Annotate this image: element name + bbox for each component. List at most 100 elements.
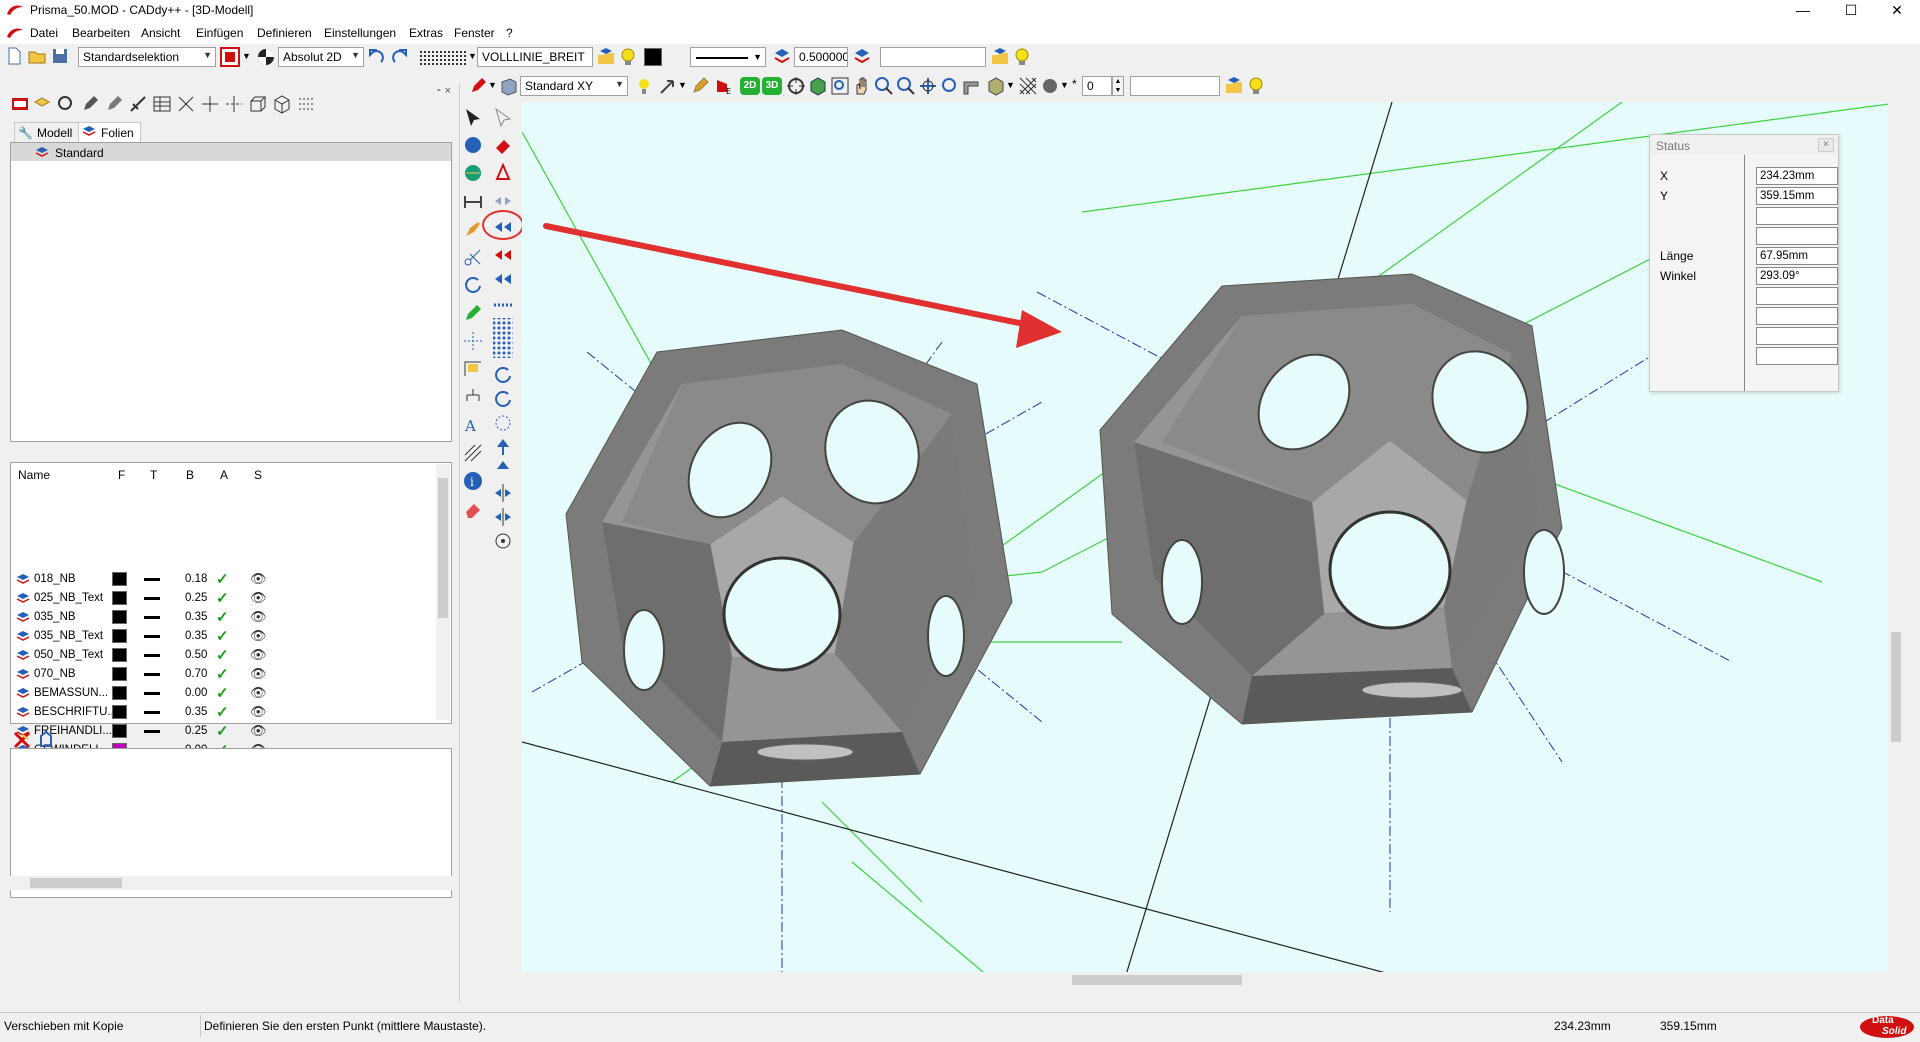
eraser-icon[interactable]: [462, 498, 484, 520]
hatch-icon[interactable]: [462, 442, 484, 464]
spin-stepper[interactable]: ▲ ▼: [1112, 76, 1124, 96]
layer-linetype[interactable]: [144, 635, 160, 638]
menu-extras[interactable]: Extras: [409, 26, 443, 40]
line-type-select[interactable]: ▼: [690, 47, 766, 67]
layer-row[interactable]: 050_NB_Text 0.50 ✓ 👁: [14, 646, 444, 665]
eye-icon[interactable]: 👁: [250, 628, 267, 644]
column-header-active[interactable]: A: [220, 468, 228, 482]
rotate-icon[interactable]: [462, 274, 484, 296]
layer-linetype[interactable]: [144, 730, 160, 733]
check-icon[interactable]: ✓: [216, 646, 229, 664]
chevron-down-icon[interactable]: ▼: [242, 51, 251, 61]
lightbulb-icon[interactable]: [1012, 47, 1032, 67]
layer-color-swatch[interactable]: [112, 667, 127, 681]
chevron-down-icon[interactable]: ▼: [1006, 80, 1015, 90]
tree-structure-icon[interactable]: [462, 386, 484, 408]
dashed-line-icon[interactable]: [224, 94, 244, 114]
close-button[interactable]: ✕: [1874, 0, 1920, 22]
eye-icon[interactable]: 👁: [250, 571, 267, 587]
layer-row[interactable]: 035_NB_Text 0.35 ✓ 👁: [14, 627, 444, 646]
view-select[interactable]: Standard XY ▼: [520, 76, 628, 96]
lightbulb-icon[interactable]: [618, 47, 638, 67]
info-icon[interactable]: i: [462, 470, 484, 492]
maximize-button[interactable]: ☐: [1828, 0, 1874, 22]
eye-icon[interactable]: 👁: [250, 666, 267, 682]
selection-mode-select[interactable]: Standardselektion ▼: [78, 47, 216, 67]
line-color-swatch[interactable]: [644, 48, 662, 66]
scale-icon[interactable]: [492, 162, 514, 184]
layer-color-swatch[interactable]: [112, 724, 127, 738]
check-icon[interactable]: ✓: [216, 589, 229, 607]
check-icon[interactable]: ✓: [216, 665, 229, 683]
check-icon[interactable]: ✓: [216, 684, 229, 702]
zoom-in-icon[interactable]: [874, 76, 894, 96]
sphere-icon[interactable]: [462, 134, 484, 156]
layer-stack-icon[interactable]: [852, 47, 872, 67]
hatch-pattern-icon[interactable]: [1018, 76, 1038, 96]
scroll-thumb[interactable]: [1072, 975, 1242, 985]
eye-icon[interactable]: 👁: [250, 723, 267, 739]
rotate-copy-icon[interactable]: [492, 364, 514, 386]
coordinate-mode-select[interactable]: Absolut 2D ▼: [278, 47, 364, 67]
line-style-input[interactable]: VOLLLINIE_BREIT: [477, 47, 593, 67]
pencil-edit-icon[interactable]: [690, 76, 710, 96]
trim-icon[interactable]: [176, 94, 196, 114]
sphere-icon[interactable]: [1040, 76, 1060, 96]
view-layer-input[interactable]: [1130, 76, 1220, 96]
chevron-down-icon[interactable]: ▼: [1060, 80, 1069, 90]
caddy-menu-icon[interactable]: [6, 26, 24, 40]
rotate-array-icon[interactable]: [492, 388, 514, 410]
layer-width[interactable]: 0.35: [185, 611, 207, 623]
mirror-icon[interactable]: [492, 190, 514, 212]
layer-color-swatch[interactable]: [112, 686, 127, 700]
mirror-vertical-icon[interactable]: [492, 482, 514, 504]
layer-linetype[interactable]: [144, 616, 160, 619]
color-picker-button[interactable]: [220, 47, 240, 67]
layer-color-swatch[interactable]: [112, 591, 127, 605]
chevron-down-icon[interactable]: ▼: [488, 80, 497, 90]
view-2d-button[interactable]: 2D: [740, 77, 760, 95]
layer-width[interactable]: 0.35: [185, 706, 207, 718]
eye-icon[interactable]: 👁: [250, 647, 267, 663]
layer-linetype[interactable]: [144, 711, 160, 714]
zoom-window-icon[interactable]: [830, 76, 850, 96]
box-3d-icon[interactable]: [248, 94, 268, 114]
layer-input[interactable]: [880, 47, 986, 67]
horizontal-scrollbar[interactable]: [10, 876, 452, 890]
polar-array-icon[interactable]: [492, 412, 514, 434]
zoom-out-icon[interactable]: [896, 76, 916, 96]
column-header-color[interactable]: F: [118, 468, 125, 482]
select-outline-icon[interactable]: [492, 106, 514, 128]
layer-linetype[interactable]: [144, 578, 160, 581]
dots-grid-icon[interactable]: [492, 316, 514, 360]
edit-tool-icon[interactable]: [104, 94, 124, 114]
layer-color-swatch[interactable]: [112, 705, 127, 719]
move-red-icon[interactable]: [492, 134, 514, 156]
layer-width[interactable]: 0.25: [185, 592, 207, 604]
light-source-icon[interactable]: [634, 76, 654, 96]
layer-row[interactable]: 018_NB 0.18 ✓ 👁: [14, 570, 444, 589]
grid-dots-icon[interactable]: [296, 94, 316, 114]
chevron-down-icon[interactable]: ▼: [678, 80, 687, 90]
layer-linetype[interactable]: [144, 654, 160, 657]
arrow-tool-icon[interactable]: [658, 76, 678, 96]
line-width-input[interactable]: 0.500000: [794, 47, 848, 67]
menu-ansicht[interactable]: Ansicht: [141, 26, 180, 40]
spin-input[interactable]: 0: [1082, 76, 1112, 96]
check-icon[interactable]: ✓: [216, 703, 229, 721]
column-header-visible[interactable]: S: [254, 468, 262, 482]
dimension-tool-icon[interactable]: [128, 94, 148, 114]
delete-layer-icon[interactable]: [12, 730, 32, 750]
eye-icon[interactable]: 👁: [250, 685, 267, 701]
scroll-thumb[interactable]: [438, 478, 448, 618]
menu-einfuegen[interactable]: Einfügen: [196, 26, 243, 40]
layer-linetype[interactable]: [144, 597, 160, 600]
grid-pattern-icon[interactable]: [416, 47, 468, 67]
move-up-icon[interactable]: [492, 436, 514, 458]
layer-manager-icon[interactable]: [10, 94, 30, 114]
redo-icon[interactable]: [390, 47, 410, 67]
panel-pin-icon[interactable]: ⁃ ×: [436, 84, 451, 97]
layer-folder-icon[interactable]: [1224, 76, 1244, 96]
check-icon[interactable]: ✓: [216, 608, 229, 626]
layer-list-scrollbar[interactable]: [436, 464, 450, 720]
